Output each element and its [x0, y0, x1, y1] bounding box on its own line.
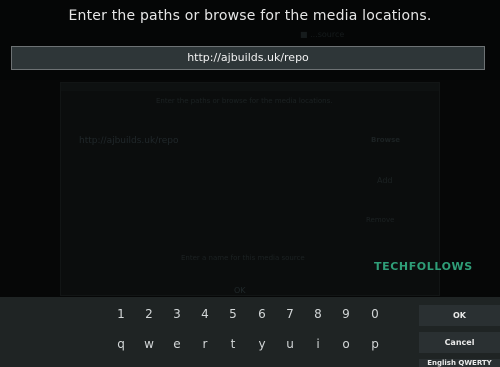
background-remove-button: Remove — [366, 216, 395, 224]
background-add-button: Add — [377, 176, 393, 185]
keyboard-layout-button[interactable]: English QWERTY — [419, 359, 500, 367]
background-browse-button: Browse — [371, 136, 400, 144]
ok-button[interactable]: OK — [419, 305, 500, 326]
url-input[interactable]: http://ajbuilds.uk/repo — [11, 46, 485, 70]
background-source-title: ■ ...source — [300, 30, 345, 39]
key-3[interactable]: 3 — [167, 307, 187, 321]
key-u[interactable]: u — [280, 337, 300, 351]
background-name-field: Enter a name for this media source — [181, 254, 305, 262]
background-instruction: Enter the paths or browse for the media … — [156, 97, 333, 105]
key-w[interactable]: w — [139, 337, 159, 351]
key-0[interactable]: 0 — [365, 307, 385, 321]
background-dialog-header — [61, 83, 439, 91]
key-y[interactable]: y — [252, 337, 272, 351]
techfollows-watermark: TECHFOLLOWS — [374, 260, 473, 273]
key-p[interactable]: p — [365, 337, 385, 351]
key-q[interactable]: q — [111, 337, 131, 351]
key-2[interactable]: 2 — [139, 307, 159, 321]
key-7[interactable]: 7 — [280, 307, 300, 321]
key-5[interactable]: 5 — [223, 307, 243, 321]
cancel-button[interactable]: Cancel — [419, 332, 500, 353]
key-8[interactable]: 8 — [308, 307, 328, 321]
keyboard-header: Enter the paths or browse for the media … — [0, 0, 500, 80]
dialog-prompt: Enter the paths or browse for the media … — [68, 8, 432, 24]
key-9[interactable]: 9 — [336, 307, 356, 321]
key-6[interactable]: 6 — [252, 307, 272, 321]
key-r[interactable]: r — [195, 337, 215, 351]
key-t[interactable]: t — [223, 337, 243, 351]
key-o[interactable]: o — [336, 337, 356, 351]
key-4[interactable]: 4 — [195, 307, 215, 321]
background-ok-button: OK — [234, 286, 246, 295]
on-screen-keyboard: 1 2 3 4 5 6 7 8 9 0 q w e r t y u i o p … — [0, 297, 500, 367]
key-1[interactable]: 1 — [111, 307, 131, 321]
key-e[interactable]: e — [167, 337, 187, 351]
key-i[interactable]: i — [308, 337, 328, 351]
background-path-entry: http://ajbuilds.uk/repo — [79, 136, 179, 146]
